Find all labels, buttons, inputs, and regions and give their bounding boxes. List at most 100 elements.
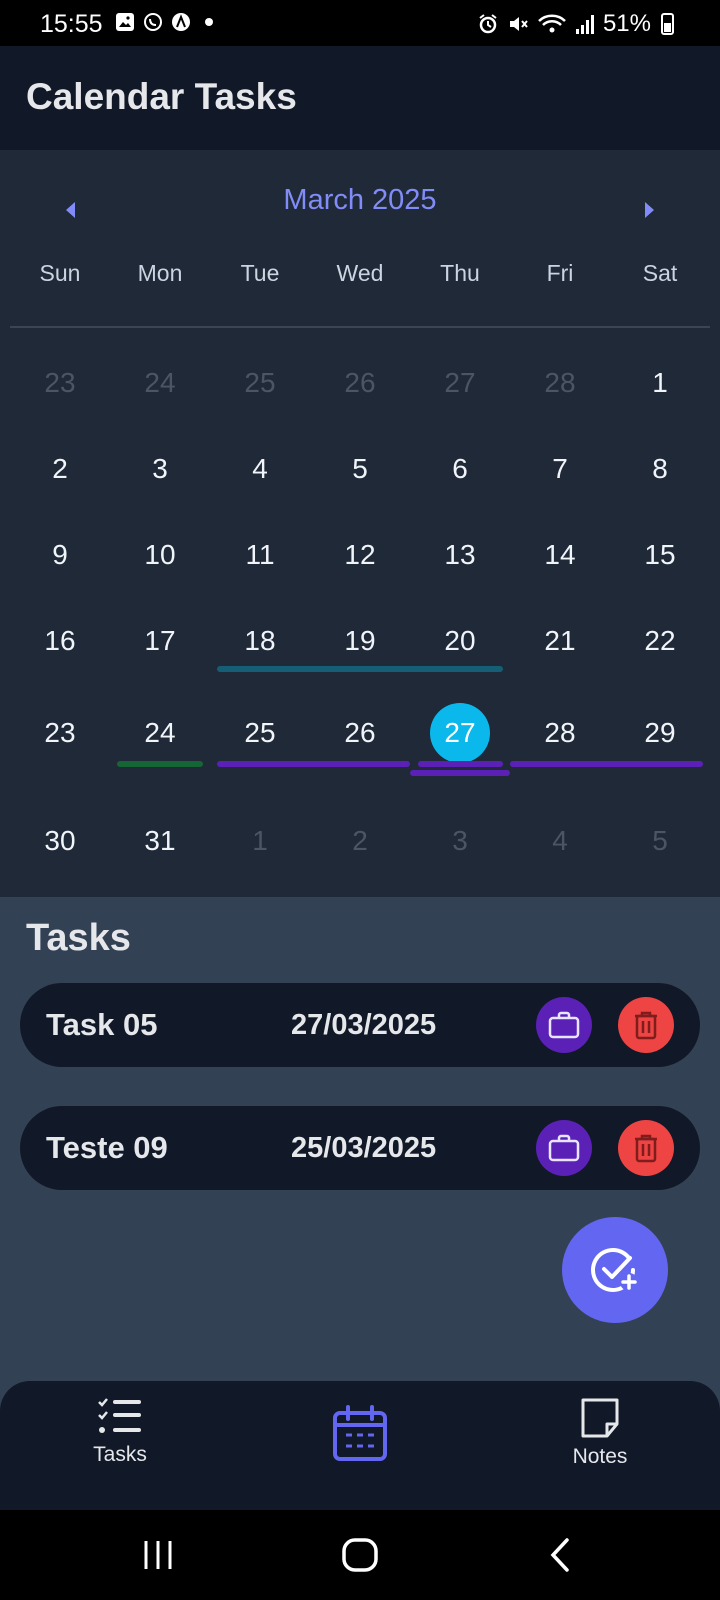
status-time: 15:55 [40, 10, 103, 38]
calendar-day[interactable]: 7 [510, 426, 610, 512]
calendar-day[interactable]: 10 [110, 512, 210, 598]
calendar-day[interactable]: 13 [410, 512, 510, 598]
task-category-button[interactable] [536, 1120, 592, 1176]
calendar-day[interactable]: 24 [110, 340, 210, 426]
task-card[interactable]: Teste 09 25/03/2025 [20, 1106, 700, 1190]
calendar-day-number: 26 [344, 367, 376, 398]
notification-icons [115, 12, 219, 32]
chevron-right-icon [645, 202, 654, 218]
trash-icon [635, 1134, 657, 1163]
calendar-day[interactable]: 5 [610, 781, 710, 901]
month-title[interactable]: March 2025 [0, 184, 720, 217]
calendar-day[interactable]: 1 [210, 781, 310, 901]
calendar-day[interactable]: 4 [510, 781, 610, 901]
calendar-day[interactable]: 11 [210, 512, 310, 598]
calendar-day[interactable]: 17 [110, 598, 210, 684]
recent-apps-icon [144, 1541, 172, 1569]
app-title: Calendar Tasks [26, 76, 297, 117]
calendar-day[interactable]: 1 [610, 340, 710, 426]
delete-task-button[interactable] [618, 997, 674, 1053]
back-button[interactable] [530, 1532, 590, 1578]
calendar-day-number: 20 [444, 625, 476, 656]
signal-icon [575, 15, 594, 34]
calendar-day-number: 9 [52, 539, 68, 570]
calendar-day-number: 15 [644, 539, 676, 570]
bottom-navigation: Tasks Notes [0, 1381, 720, 1510]
calendar-day[interactable]: 23 [10, 340, 110, 426]
task-name: Teste 09 [46, 1130, 168, 1165]
calendar-day[interactable]: 26 [310, 340, 410, 426]
next-month-button[interactable] [630, 190, 670, 230]
calendar-day[interactable]: 3 [410, 781, 510, 901]
calendar-week-row: 2 3 4 5 6 7 8 [10, 426, 710, 512]
calendar-day-number: 2 [352, 825, 368, 856]
calendar-day[interactable]: 30 [10, 781, 110, 901]
calendar-day-number: 11 [245, 539, 275, 570]
calendar-day[interactable]: 2 [10, 426, 110, 512]
calendar-day-number: 29 [644, 716, 676, 748]
event-marker-purple [410, 770, 510, 776]
briefcase-icon [548, 1011, 580, 1039]
calendar-day-number: 14 [544, 539, 576, 570]
calendar-day-number: 30 [44, 825, 76, 856]
mute-icon [509, 17, 528, 31]
weekday-label: Thu [440, 260, 480, 286]
calendar-day[interactable]: 9 [10, 512, 110, 598]
calendar-day-number: 24 [144, 367, 176, 398]
calendar-day-number: 23 [44, 367, 76, 398]
tasks-heading: Tasks [26, 917, 131, 959]
calendar-day-number: 27 [444, 367, 476, 398]
calendar-day[interactable]: 25 [210, 340, 310, 426]
nav-tasks[interactable]: Tasks [60, 1381, 180, 1526]
calendar-day-number: 22 [644, 625, 676, 656]
calendar-day[interactable]: 22 [610, 598, 710, 684]
calendar-day[interactable]: 21 [510, 598, 610, 684]
calendar-day-number: 25 [244, 716, 276, 748]
calendar-day[interactable]: 2 [310, 781, 410, 901]
nav-notes[interactable]: Notes [540, 1381, 660, 1526]
home-button[interactable] [330, 1532, 390, 1578]
briefcase-icon [548, 1134, 580, 1162]
home-icon [342, 1538, 378, 1572]
task-card[interactable]: Task 05 27/03/2025 [20, 983, 700, 1067]
calendar-day-number: 3 [152, 453, 168, 484]
event-marker-purple [217, 761, 410, 767]
calendar-day-number: 5 [652, 825, 668, 856]
calendar-week-row: 30 31 1 2 3 4 5 [10, 781, 710, 901]
calendar-day-number: 18 [244, 625, 276, 656]
calendar-day[interactable]: 6 [410, 426, 510, 512]
event-marker-purple [418, 761, 503, 767]
calendar-day[interactable]: 15 [610, 512, 710, 598]
alarm-icon [479, 14, 497, 34]
calendar-day[interactable]: 14 [510, 512, 610, 598]
calendar-day[interactable]: 28 [510, 340, 610, 426]
delete-task-button[interactable] [618, 1120, 674, 1176]
calendar-day[interactable]: 4 [210, 426, 310, 512]
status-bar: 15:55 51% [0, 0, 720, 46]
battery-icon [661, 13, 674, 35]
calendar-header: March 2025 [0, 150, 720, 250]
trash-icon [635, 1011, 657, 1040]
calendar-day[interactable]: 16 [10, 598, 110, 684]
calendar-day[interactable]: 5 [310, 426, 410, 512]
recent-apps-button[interactable] [128, 1532, 188, 1578]
weekday-label: Sat [642, 260, 678, 286]
system-icons: 51% [477, 10, 674, 38]
back-icon [550, 1538, 569, 1572]
wifi-icon [538, 14, 566, 33]
add-task-icon [591, 1248, 638, 1292]
task-category-button[interactable] [536, 997, 592, 1053]
image-icon [116, 13, 134, 31]
add-task-fab[interactable] [562, 1217, 668, 1323]
battery-percent: 51% [602, 10, 651, 37]
calendar-day[interactable]: 27 [410, 340, 510, 426]
calendar-day[interactable]: 23 [10, 684, 110, 781]
event-marker-teal [217, 666, 503, 672]
calendar-day[interactable]: 31 [110, 781, 210, 901]
calendar-day-number: 3 [452, 825, 468, 856]
calendar-day-number: 28 [544, 716, 576, 748]
calendar-day[interactable]: 8 [610, 426, 710, 512]
nav-tasks-label: Tasks [93, 1443, 147, 1466]
calendar-day[interactable]: 3 [110, 426, 210, 512]
calendar-day[interactable]: 12 [310, 512, 410, 598]
